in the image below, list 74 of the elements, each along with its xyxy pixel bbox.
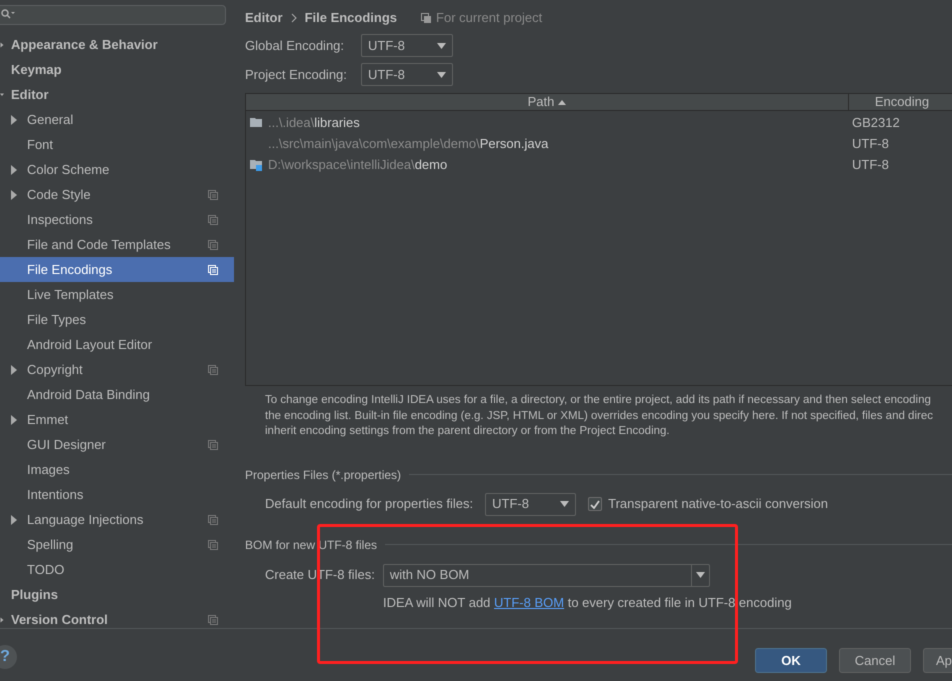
sidebar-item[interactable]: Copyright: [0, 357, 234, 382]
collapsed-arrow-icon[interactable]: [10, 190, 18, 200]
sort-arrow-icon: [558, 100, 566, 104]
sidebar-item[interactable]: File and Code Templates: [0, 232, 234, 257]
sidebar-item[interactable]: Plugins: [0, 582, 234, 607]
dropdown-arrow-icon: [437, 42, 446, 48]
info-text: IDEA will NOT add UTF-8 BOM to every created file in UTF-8 encoding: [383, 594, 793, 612]
collapsed-arrow-icon[interactable]: [10, 164, 18, 174]
collapsed-arrow-icon[interactable]: [10, 514, 18, 524]
path-cell-text: ...\.idea\libraries: [268, 114, 360, 132]
breadcrumb-item: File Encodings: [304, 9, 398, 28]
description-text: inherit encoding settings from the parent directory or from the Project Encoding.: [265, 424, 670, 439]
field-label: Global Encoding:: [245, 36, 346, 55]
sidebar-item[interactable]: Keymap: [0, 57, 234, 82]
encoding-dropdown[interactable]: UTF-8: [361, 63, 453, 86]
bom-dropdown[interactable]: with NO BOM: [382, 564, 710, 586]
dialog-button[interactable]: Ap: [923, 648, 952, 673]
bom-link[interactable]: UTF-8 BOM: [494, 594, 564, 610]
dropdown-arrow-icon: [437, 72, 446, 78]
sidebar-item[interactable]: Android Layout Editor: [0, 332, 234, 357]
sidebar-item[interactable]: General: [0, 107, 234, 132]
column-header[interactable]: Encoding: [849, 94, 952, 110]
sidebar-item[interactable]: Color Scheme: [0, 157, 234, 182]
dropdown-arrow-icon: [696, 572, 705, 578]
description-text: To change encoding IntelliJ IDEA uses for a file, a directory, or the entire project, add its path if necessary and then select encoding: [265, 393, 931, 408]
collapsed-arrow-icon[interactable]: [10, 364, 18, 374]
path-cell-text: ...\src\main\java\com\example\demo\Person.java: [268, 134, 548, 153]
sidebar-item[interactable]: Emmet: [0, 407, 234, 432]
sidebar-item[interactable]: Spelling: [0, 532, 234, 557]
sidebar-item[interactable]: Language Injections: [0, 507, 234, 532]
encoding-dropdown[interactable]: UTF-8: [361, 34, 453, 57]
section-title: BOM for new UTF-8 files: [245, 536, 378, 554]
section-title: Properties Files (*.properties): [245, 466, 402, 484]
path-cell-text: D:\workspace\intelliJidea\demo: [268, 156, 448, 174]
search-field[interactable]: [0, 5, 226, 25]
sidebar-item[interactable]: Images: [0, 457, 234, 482]
sidebar-item[interactable]: GUI Designer: [0, 432, 234, 457]
sidebar-item[interactable]: Inspections: [0, 207, 234, 232]
encoding-dropdown[interactable]: UTF-8: [485, 492, 576, 516]
sidebar-item[interactable]: Editor: [0, 82, 234, 107]
help-button[interactable]: ?: [0, 645, 17, 669]
dialog-button[interactable]: OK: [755, 648, 827, 673]
sidebar-item[interactable]: Code Style: [0, 182, 234, 207]
search-icon: [1, 9, 15, 21]
sidebar-item[interactable]: Version Control: [0, 607, 234, 632]
collapsed-arrow-icon[interactable]: [10, 414, 18, 424]
collapsed-arrow-icon[interactable]: [0, 40, 4, 50]
folder-icon: [250, 116, 263, 129]
encoding-cell-text: UTF-8: [851, 134, 890, 153]
collapsed-arrow-icon[interactable]: [0, 614, 4, 624]
sidebar-item[interactable]: TODO: [0, 557, 234, 582]
dialog-button[interactable]: Cancel: [839, 648, 911, 673]
copy-icon: [421, 12, 432, 24]
chevron-icon: [290, 13, 297, 23]
scope-note: For current project: [436, 9, 542, 28]
module-folder-icon: [250, 158, 263, 171]
dropdown-arrow-icon: [560, 501, 570, 507]
checkbox[interactable]: [588, 497, 602, 511]
checkbox-label[interactable]: Transparent native-to-ascii conversion: [608, 494, 828, 514]
encoding-cell-text: GB2312: [851, 114, 901, 132]
sidebar-item[interactable]: Appearance & Behavior: [0, 32, 234, 57]
sidebar-item[interactable]: Android Data Binding: [0, 382, 234, 407]
encoding-cell-text: UTF-8: [851, 156, 890, 174]
sidebar-item[interactable]: File Types: [0, 307, 234, 332]
collapsed-arrow-icon[interactable]: [10, 114, 18, 124]
description-text: the encoding list. Built-in file encoding (e.g. JSP, HTML or XML) overrides encoding you specify here. If not specified, files and direc: [265, 408, 933, 424]
sidebar-item[interactable]: File Encodings: [0, 257, 234, 282]
field-label: Default encoding for properties files:: [265, 495, 474, 514]
breadcrumb-item[interactable]: Editor: [245, 8, 283, 28]
sidebar-item[interactable]: Font: [0, 132, 234, 157]
sidebar-item[interactable]: Live Templates: [0, 282, 234, 307]
column-header[interactable]: Path: [246, 94, 849, 110]
field-label: Project Encoding:: [245, 66, 348, 84]
sidebar-item[interactable]: Intentions: [0, 482, 234, 507]
